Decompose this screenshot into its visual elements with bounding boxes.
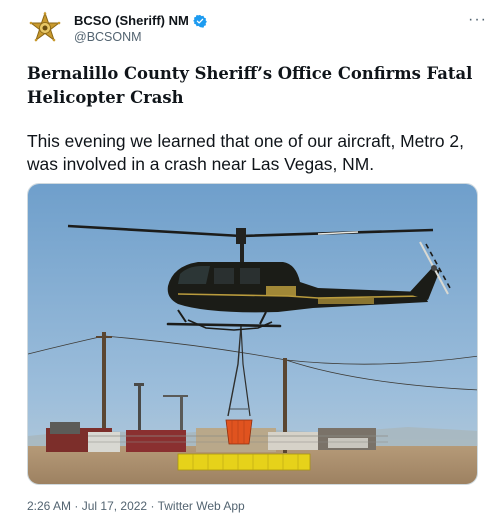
avatar[interactable]: [27, 11, 63, 47]
tweet-body: This evening we learned that one of our …: [27, 131, 464, 174]
user-handle[interactable]: @BCSONM: [74, 30, 142, 44]
tweet-photo[interactable]: [27, 183, 478, 485]
tweet-date[interactable]: Jul 17, 2022: [82, 499, 147, 513]
meta-separator: ·: [74, 499, 79, 513]
sheriff-star-icon: [27, 11, 63, 47]
tweet-source[interactable]: Twitter Web App: [158, 499, 245, 513]
verified-badge-icon: [192, 14, 207, 28]
name-row: BCSO (Sheriff) NM: [74, 13, 207, 28]
tweet-header: BCSO (Sheriff) NM @BCSONM ···: [27, 11, 487, 47]
tweet-headline: Bernalillo County Sheriff’s Office Confi…: [27, 64, 473, 107]
more-options-icon[interactable]: ···: [468, 11, 487, 29]
tweet-metadata: 2:26 AM · Jul 17, 2022 · Twitter Web App: [27, 499, 245, 513]
display-name[interactable]: BCSO (Sheriff) NM: [74, 13, 189, 28]
meta-separator: ·: [150, 499, 155, 513]
helicopter-photo: [28, 184, 477, 484]
tweet-time[interactable]: 2:26 AM: [27, 499, 71, 513]
